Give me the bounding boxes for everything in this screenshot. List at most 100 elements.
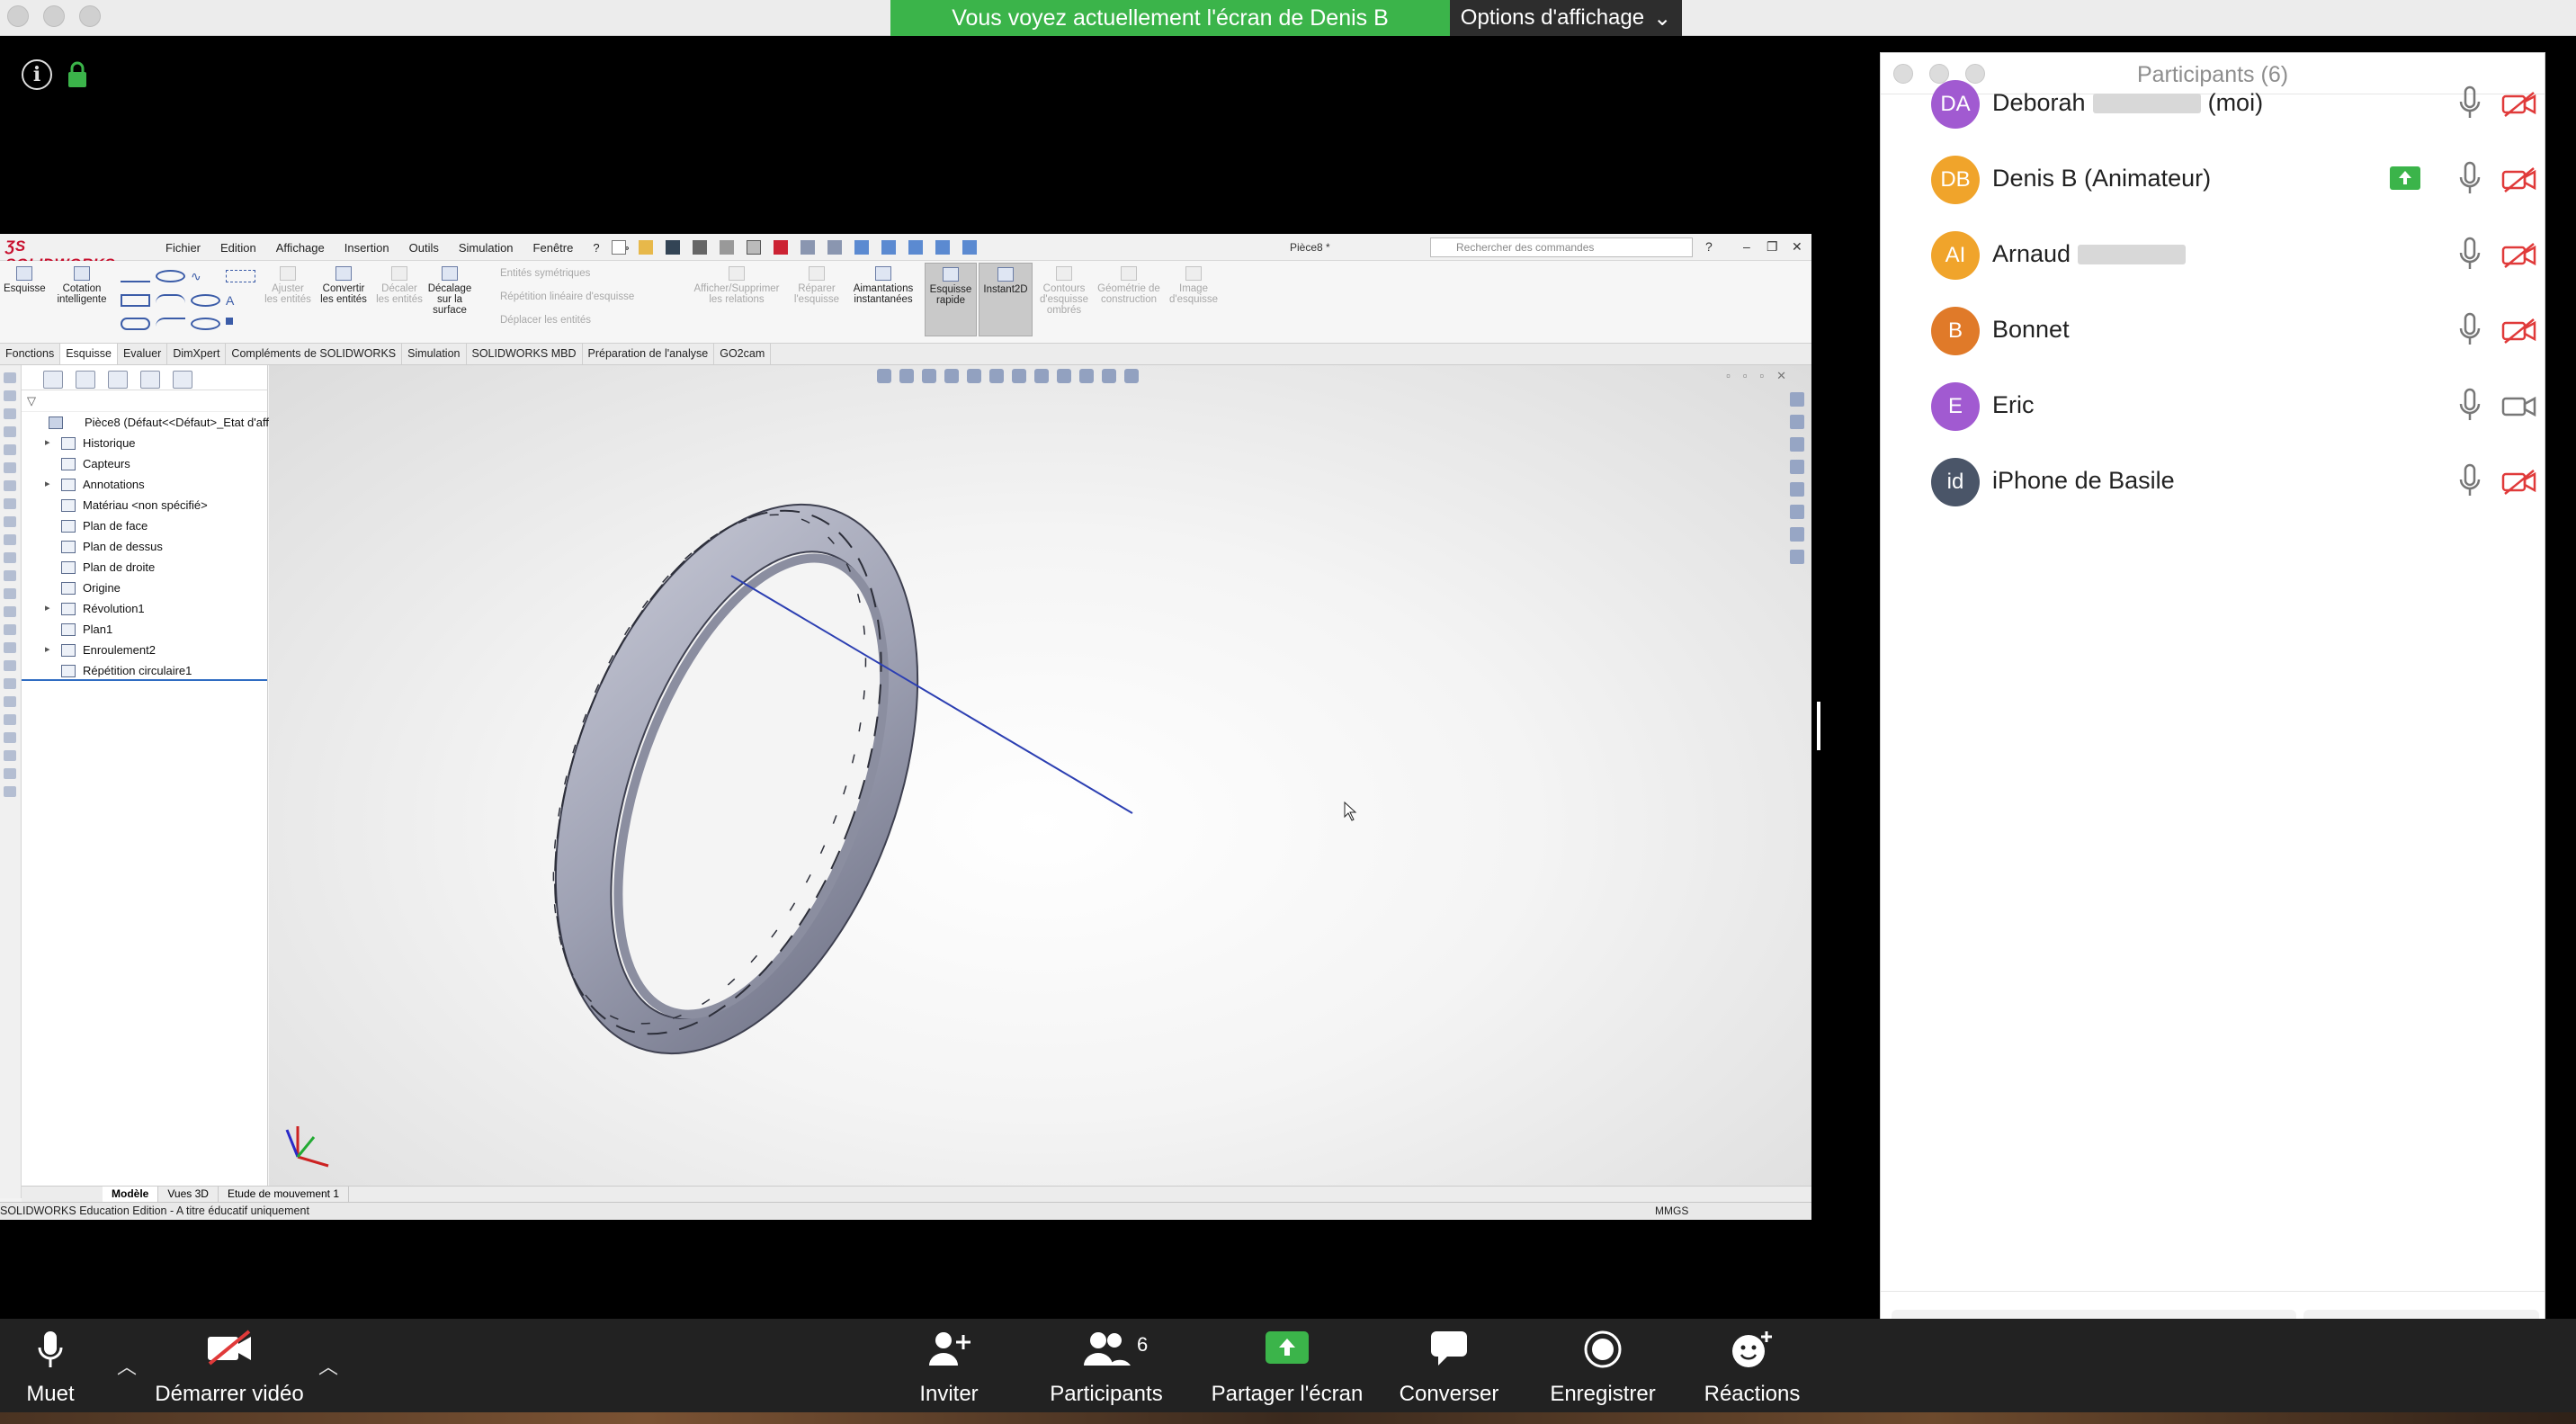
shortcut-icon[interactable] bbox=[4, 606, 16, 617]
info-icon[interactable]: i bbox=[22, 59, 52, 90]
configuration-manager-tab-icon[interactable] bbox=[108, 371, 128, 389]
tab-complements[interactable]: Compléments de SOLIDWORKS bbox=[226, 344, 403, 364]
slot-icon[interactable] bbox=[121, 318, 150, 331]
print-icon[interactable] bbox=[693, 240, 707, 255]
rectangle-icon[interactable] bbox=[121, 293, 150, 307]
tree-item-enroulement2[interactable]: ▸ Enroulement2 bbox=[22, 640, 267, 660]
shortcut-icon[interactable] bbox=[4, 516, 16, 527]
sw-close-icon[interactable]: ✕ bbox=[1792, 239, 1802, 255]
construction-geometry-button[interactable]: Géométrie de construction bbox=[1097, 266, 1160, 305]
tree-item-materiau[interactable]: Matériau <non spécifié> bbox=[22, 495, 267, 515]
shortcut-icon[interactable] bbox=[4, 750, 16, 761]
tree-root-part[interactable]: Pièce8 (Défaut<<Défaut>_Etat d'affi bbox=[22, 412, 272, 433]
rebuild-icon[interactable] bbox=[935, 240, 950, 255]
participant-row[interactable]: AI Arnaud bbox=[1881, 219, 2545, 294]
participant-row[interactable]: DA Deborah (moi) bbox=[1881, 67, 2545, 143]
invite-button[interactable]: Inviter bbox=[899, 1319, 998, 1412]
mute-button[interactable]: Muet bbox=[13, 1319, 88, 1412]
lock-icon[interactable] bbox=[67, 61, 88, 88]
shortcut-icon[interactable] bbox=[4, 552, 16, 563]
shortcut-icon[interactable] bbox=[4, 714, 16, 725]
sw-restore-icon[interactable]: ❐ bbox=[1767, 239, 1778, 255]
menu-affichage[interactable]: Affichage bbox=[276, 241, 325, 255]
record-button[interactable]: Enregistrer bbox=[1540, 1319, 1666, 1412]
spline-icon[interactable]: ∿ bbox=[191, 270, 220, 282]
shortcut-icon[interactable] bbox=[4, 678, 16, 689]
shortcut-icon[interactable] bbox=[4, 444, 16, 455]
shortcut-icon[interactable] bbox=[4, 696, 16, 707]
participant-row[interactable]: id iPhone de Basile bbox=[1881, 445, 2545, 521]
sketch-picture-button[interactable]: Image d'esquisse bbox=[1166, 266, 1221, 305]
menu-simulation[interactable]: Simulation bbox=[459, 241, 514, 255]
audio-options-chevron-up-icon[interactable]: ︿ bbox=[117, 1351, 137, 1380]
tree-item-plan-face[interactable]: Plan de face bbox=[22, 515, 267, 536]
menu-insertion[interactable]: Insertion bbox=[344, 241, 389, 255]
tab-dimxpert[interactable]: DimXpert bbox=[167, 344, 227, 364]
participant-row[interactable]: B Bonnet bbox=[1881, 294, 2545, 370]
linear-pattern-button[interactable]: Répétition linéaire d'esquisse bbox=[480, 291, 678, 302]
quick-snaps-button[interactable]: Aimantations instantanées bbox=[849, 266, 917, 305]
expand-arrow-icon[interactable]: ▸ bbox=[45, 433, 50, 453]
select-cursor-icon[interactable] bbox=[747, 240, 761, 255]
circle-icon[interactable] bbox=[156, 270, 185, 282]
stoplight-icon[interactable] bbox=[774, 240, 788, 255]
trim-button[interactable]: Ajuster les entités bbox=[264, 266, 311, 305]
menu-fenetre[interactable]: Fenêtre bbox=[533, 241, 574, 255]
rapid-sketch-button[interactable]: Esquisse rapide bbox=[925, 263, 977, 336]
fillet-icon[interactable] bbox=[156, 318, 185, 330]
reactions-button[interactable]: Réactions bbox=[1696, 1319, 1808, 1412]
dimxpert-manager-tab-icon[interactable] bbox=[140, 371, 160, 389]
tree-item-capteurs[interactable]: Capteurs bbox=[22, 453, 267, 474]
participants-button[interactable]: Participants bbox=[1043, 1319, 1169, 1412]
line-icon[interactable] bbox=[121, 270, 150, 282]
sketch-text-icon[interactable]: A bbox=[226, 294, 255, 307]
shortcut-icon[interactable] bbox=[4, 426, 16, 437]
shaded-contours-button[interactable]: Contours d'esquisse ombrés bbox=[1036, 266, 1092, 316]
tree-item-repetition-circulaire1[interactable]: Répétition circulaire1 bbox=[22, 660, 267, 681]
units-selector[interactable]: MMGS bbox=[1655, 1205, 1688, 1217]
video-off-icon[interactable] bbox=[2501, 91, 2537, 118]
video-off-icon[interactable] bbox=[2501, 318, 2537, 345]
shortcut-icon[interactable] bbox=[4, 480, 16, 491]
participant-row[interactable]: E Eric bbox=[1881, 370, 2545, 445]
tree-item-plan-droite[interactable]: Plan de droite bbox=[22, 557, 267, 578]
shortcut-icon[interactable] bbox=[4, 390, 16, 401]
tab-evaluer[interactable]: Evaluer bbox=[118, 344, 168, 364]
tab-go2cam[interactable]: GO2cam bbox=[714, 344, 772, 364]
repair-sketch-button[interactable]: Réparer l'esquisse bbox=[790, 266, 844, 305]
tab-vues-3d[interactable]: Vues 3D bbox=[158, 1187, 219, 1202]
plane-icon[interactable] bbox=[226, 318, 233, 326]
tree-item-plan1[interactable]: Plan1 bbox=[22, 619, 267, 640]
sw-minimize-icon[interactable]: – bbox=[1743, 239, 1750, 254]
shortcut-icon[interactable] bbox=[4, 624, 16, 635]
shortcut-icon[interactable] bbox=[4, 786, 16, 797]
tree-filter-icon[interactable]: ▽ bbox=[22, 390, 267, 412]
menu-outils[interactable]: Outils bbox=[409, 241, 439, 255]
construction-icon[interactable] bbox=[226, 270, 255, 282]
menu-edition[interactable]: Edition bbox=[220, 241, 256, 255]
view-options-button[interactable]: Options d'affichage ⌄ bbox=[1450, 0, 1682, 36]
file-properties-icon[interactable] bbox=[801, 240, 815, 255]
video-options-chevron-up-icon[interactable]: ︿ bbox=[318, 1351, 338, 1380]
tab-fonctions[interactable]: Fonctions bbox=[0, 344, 61, 364]
instant2d-button[interactable]: Instant2D bbox=[979, 263, 1033, 336]
tire-model[interactable] bbox=[269, 365, 1811, 1198]
smart-dimension-button[interactable]: Cotation intelligente bbox=[52, 266, 112, 305]
shortcut-icon[interactable] bbox=[4, 408, 16, 419]
tab-esquisse[interactable]: Esquisse bbox=[60, 344, 118, 364]
open-folder-icon[interactable] bbox=[639, 240, 653, 255]
convert-entities-button[interactable]: Convertir les entités bbox=[317, 266, 371, 305]
microphone-icon[interactable] bbox=[2456, 463, 2483, 499]
video-off-icon[interactable] bbox=[2501, 166, 2537, 193]
start-video-button[interactable]: Démarrer vidéo bbox=[144, 1319, 315, 1412]
new-doc-icon[interactable] bbox=[612, 240, 626, 255]
minimize-window-button[interactable] bbox=[43, 5, 65, 27]
shortcut-icon[interactable] bbox=[4, 534, 16, 545]
shortcut-icon[interactable] bbox=[4, 660, 16, 671]
shortcut-icon[interactable] bbox=[4, 768, 16, 779]
tree-item-origine[interactable]: Origine bbox=[22, 578, 267, 598]
microphone-icon[interactable] bbox=[2456, 312, 2483, 348]
help-icon[interactable]: ? bbox=[1705, 239, 1713, 254]
shortcut-icon[interactable] bbox=[4, 372, 16, 383]
display-relations-button[interactable]: Afficher/Supprimer les relations bbox=[687, 266, 786, 305]
